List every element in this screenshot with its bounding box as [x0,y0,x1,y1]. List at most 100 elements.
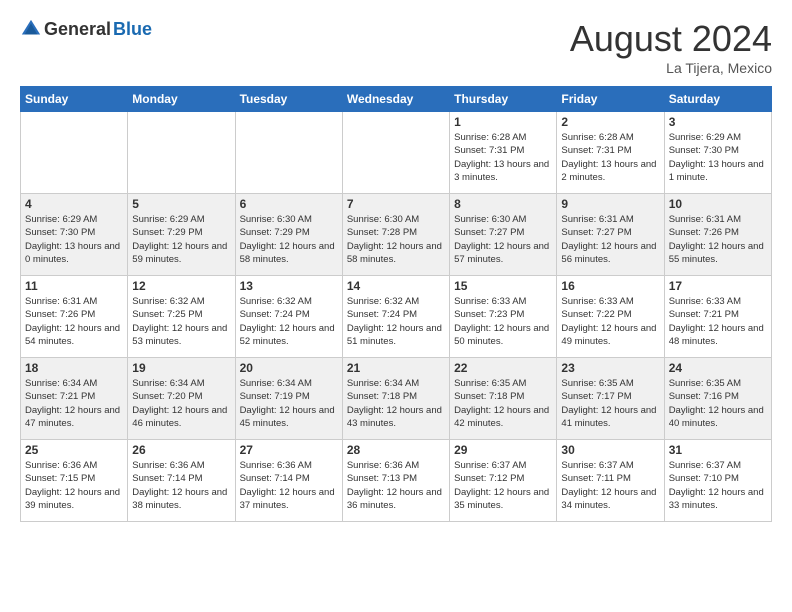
logo-icon [20,18,42,40]
day-number: 30 [561,443,659,457]
table-row: 22Sunrise: 6:35 AM Sunset: 7:18 PM Dayli… [450,358,557,440]
day-number: 17 [669,279,767,293]
day-info: Sunrise: 6:32 AM Sunset: 7:24 PM Dayligh… [240,295,338,348]
table-row: 26 Sunrise: 6:36 AM Sunset: 7:14 PM Dayli… [128,440,235,522]
day-number: 16 [561,279,659,293]
table-row: 16 Sunrise: 6:33 AM Sunset: 7:22 PM Dayli… [557,276,664,358]
day-info: Sunrise: 6:35 AM Sunset: 7:17 PM Dayligh… [561,377,659,430]
day-number: 15 [454,279,552,293]
day-info: Sunrise: 6:34 AM Sunset: 7:21 PM Dayligh… [25,377,123,430]
calendar-table: Sunday Monday Tuesday Wednesday Thursday… [20,86,772,522]
table-row: 21 Sunrise: 6:34 AM Sunset: 7:18 PM Dayli… [342,358,449,440]
day-info: Sunrise: 6:30 AM Sunset: 7:29 PM Dayligh… [240,213,338,266]
day-info: Sunrise: 6:31 AM Sunset: 7:27 PM Dayligh… [561,213,659,266]
title-area: August 2024 La Tijera, Mexico [570,18,772,76]
table-row: 25 Sunrise: 6:36 AM Sunset: 7:15 PM Dayli… [21,440,128,522]
table-row: 4 Sunrise: 6:29 AM Sunset: 7:30 PM Daylig… [21,194,128,276]
col-wednesday: Wednesday [342,87,449,112]
table-row: 23Sunrise: 6:35 AM Sunset: 7:17 PM Dayli… [557,358,664,440]
table-row: 27Sunrise: 6:36 AM Sunset: 7:14 PM Dayli… [235,440,342,522]
day-number: 14 [347,279,445,293]
day-info: Sunrise: 6:35 AM Sunset: 7:16 PM Dayligh… [669,377,767,430]
day-info: Sunrise: 6:30 AM Sunset: 7:27 PM Dayligh… [454,213,552,266]
day-info: Sunrise: 6:31 AM Sunset: 7:26 PM Dayligh… [669,213,767,266]
day-info: Sunrise: 6:34 AM Sunset: 7:19 PM Dayligh… [240,377,338,430]
day-number: 19 [132,361,230,375]
table-row: 19 Sunrise: 6:34 AM Sunset: 7:20 PM Dayli… [128,358,235,440]
day-number: 11 [25,279,123,293]
table-row: 14Sunrise: 6:32 AM Sunset: 7:24 PM Dayli… [342,276,449,358]
day-info: Sunrise: 6:37 AM Sunset: 7:11 PM Dayligh… [561,459,659,512]
day-number: 31 [669,443,767,457]
calendar-week-row: 1 Sunrise: 6:28 AM Sunset: 7:31 PM Daylig… [21,112,772,194]
day-number: 3 [669,115,767,129]
table-row: 12 Sunrise: 6:32 AM Sunset: 7:25 PM Dayli… [128,276,235,358]
col-saturday: Saturday [664,87,771,112]
logo-blue-text: Blue [113,19,152,40]
table-row: 17 Sunrise: 6:33 AM Sunset: 7:21 PM Dayli… [664,276,771,358]
table-row: 20 Sunrise: 6:34 AM Sunset: 7:19 PM Dayli… [235,358,342,440]
day-info: Sunrise: 6:34 AM Sunset: 7:20 PM Dayligh… [132,377,230,430]
table-row: 15 Sunrise: 6:33 AM Sunset: 7:23 PM Dayli… [450,276,557,358]
table-row: 30 Sunrise: 6:37 AM Sunset: 7:11 PM Dayli… [557,440,664,522]
calendar-header-row: Sunday Monday Tuesday Wednesday Thursday… [21,87,772,112]
page: General Blue August 2024 La Tijera, Mexi… [0,0,792,612]
table-row: 6Sunrise: 6:30 AM Sunset: 7:29 PM Daylig… [235,194,342,276]
col-thursday: Thursday [450,87,557,112]
day-info: Sunrise: 6:36 AM Sunset: 7:14 PM Dayligh… [132,459,230,512]
day-number: 2 [561,115,659,129]
day-info: Sunrise: 6:33 AM Sunset: 7:22 PM Dayligh… [561,295,659,348]
day-info: Sunrise: 6:33 AM Sunset: 7:21 PM Dayligh… [669,295,767,348]
table-row: 29 Sunrise: 6:37 AM Sunset: 7:12 PM Dayli… [450,440,557,522]
calendar-week-row: 11 Sunrise: 6:31 AM Sunset: 7:26 PM Dayli… [21,276,772,358]
day-info: Sunrise: 6:29 AM Sunset: 7:30 PM Dayligh… [669,131,767,184]
calendar-week-row: 4 Sunrise: 6:29 AM Sunset: 7:30 PM Daylig… [21,194,772,276]
day-info: Sunrise: 6:29 AM Sunset: 7:29 PM Dayligh… [132,213,230,266]
day-info: Sunrise: 6:36 AM Sunset: 7:13 PM Dayligh… [347,459,445,512]
day-number: 20 [240,361,338,375]
table-row: 2 Sunrise: 6:28 AM Sunset: 7:31 PM Daylig… [557,112,664,194]
header: General Blue August 2024 La Tijera, Mexi… [20,18,772,76]
table-row: 18Sunrise: 6:34 AM Sunset: 7:21 PM Dayli… [21,358,128,440]
day-number: 4 [25,197,123,211]
day-info: Sunrise: 6:29 AM Sunset: 7:30 PM Dayligh… [25,213,123,266]
day-info: Sunrise: 6:28 AM Sunset: 7:31 PM Dayligh… [561,131,659,184]
col-sunday: Sunday [21,87,128,112]
day-info: Sunrise: 6:37 AM Sunset: 7:10 PM Dayligh… [669,459,767,512]
col-monday: Monday [128,87,235,112]
day-number: 29 [454,443,552,457]
table-row: 10Sunrise: 6:31 AM Sunset: 7:26 PM Dayli… [664,194,771,276]
table-row: 5Sunrise: 6:29 AM Sunset: 7:29 PM Daylig… [128,194,235,276]
day-info: Sunrise: 6:31 AM Sunset: 7:26 PM Dayligh… [25,295,123,348]
table-row: 3 Sunrise: 6:29 AM Sunset: 7:30 PM Daylig… [664,112,771,194]
table-row: 13 Sunrise: 6:32 AM Sunset: 7:24 PM Dayli… [235,276,342,358]
day-info: Sunrise: 6:34 AM Sunset: 7:18 PM Dayligh… [347,377,445,430]
day-info: Sunrise: 6:32 AM Sunset: 7:25 PM Dayligh… [132,295,230,348]
col-friday: Friday [557,87,664,112]
day-number: 26 [132,443,230,457]
day-info: Sunrise: 6:37 AM Sunset: 7:12 PM Dayligh… [454,459,552,512]
logo-general-text: General [44,19,111,40]
day-number: 13 [240,279,338,293]
calendar-week-row: 18Sunrise: 6:34 AM Sunset: 7:21 PM Dayli… [21,358,772,440]
table-row: 8 Sunrise: 6:30 AM Sunset: 7:27 PM Daylig… [450,194,557,276]
col-tuesday: Tuesday [235,87,342,112]
day-number: 12 [132,279,230,293]
table-row: 31 Sunrise: 6:37 AM Sunset: 7:10 PM Dayli… [664,440,771,522]
day-number: 9 [561,197,659,211]
day-number: 25 [25,443,123,457]
day-number: 21 [347,361,445,375]
day-number: 8 [454,197,552,211]
table-row: 7Sunrise: 6:30 AM Sunset: 7:28 PM Daylig… [342,194,449,276]
day-info: Sunrise: 6:36 AM Sunset: 7:15 PM Dayligh… [25,459,123,512]
month-title: August 2024 [570,18,772,60]
day-info: Sunrise: 6:33 AM Sunset: 7:23 PM Dayligh… [454,295,552,348]
day-info: Sunrise: 6:35 AM Sunset: 7:18 PM Dayligh… [454,377,552,430]
table-row: 11 Sunrise: 6:31 AM Sunset: 7:26 PM Dayli… [21,276,128,358]
day-number: 27 [240,443,338,457]
location-subtitle: La Tijera, Mexico [570,60,772,76]
day-number: 1 [454,115,552,129]
day-number: 7 [347,197,445,211]
table-row [235,112,342,194]
calendar-week-row: 25 Sunrise: 6:36 AM Sunset: 7:15 PM Dayli… [21,440,772,522]
